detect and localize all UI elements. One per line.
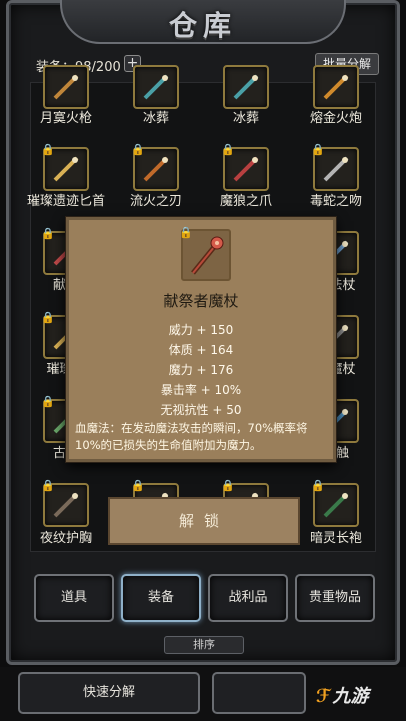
item-slot[interactable]: 🔒 [131,143,179,191]
item-icon [53,156,79,182]
item-skill-description: 血魔法：在发动魔法攻击的瞬间，70%概率将10%的已损失的生命值附加为魔力。 [75,421,308,452]
item-slot[interactable] [223,65,269,109]
tab-loot[interactable]: 战利品 [208,574,288,622]
item-detail-slot: 🔒 [179,226,231,281]
stat-ignore-resist: 无视抗性 + 50 [160,403,242,417]
item-name: 流火之刃 [129,194,182,209]
item-icon [233,156,259,182]
item-icon [233,74,259,100]
watermark-logo: ℱ 九游 [316,682,369,708]
item-slot[interactable] [43,65,89,109]
item-icon [323,492,349,518]
category-tabs: 道具 装备 战利品 贵重物品 [32,574,376,626]
sort-button[interactable]: 排序 [164,636,244,654]
item-detail-popup: 🔒 献祭者魔杖 威力 + 150 体质 + 164 魔力 + 176 暴击率 +… [66,217,336,462]
item-slot[interactable]: 🔒 [311,479,359,527]
page-title: 仓库 [168,9,237,42]
lock-icon: 🔒 [179,226,193,239]
item-name: 魔狼之爪 [219,194,272,209]
tab-items[interactable]: 道具 [34,574,114,622]
item-slot[interactable]: 🔒 [221,143,269,191]
item-name: 毒蛇之吻 [309,194,362,209]
item-name: 冰葬 [142,111,169,126]
item-name: 暗灵长袍 [309,531,362,546]
item-icon [53,74,79,100]
item-stats: 威力 + 150 体质 + 164 魔力 + 176 暴击率 + 10% 无视抗… [69,320,333,420]
item-detail-name: 献祭者魔杖 [163,292,239,310]
tab-valuables[interactable]: 贵重物品 [295,574,375,622]
stat-crit-rate: 暴击率 + 10% [160,383,242,397]
item-slot[interactable]: 🔒 [41,143,89,191]
item-slot[interactable] [313,65,359,109]
item-slot[interactable] [133,65,179,109]
stat-constitution: 体质 + 164 [168,343,234,357]
item-icon [323,74,349,100]
item-slot[interactable]: 🔒 [41,479,89,527]
item-name: 璀璨遗迹匕首 [26,194,105,209]
secondary-bottom-button[interactable] [212,672,306,714]
tab-equipment[interactable]: 装备 [121,574,201,622]
watermark-icon: ℱ [316,686,331,707]
item-name: 月寞火枪 [39,111,92,126]
stat-magic: 魔力 + 176 [168,363,234,377]
quick-decompose-button[interactable]: 快速分解 [18,672,200,714]
item-icon [143,156,169,182]
stat-power: 威力 + 150 [168,323,234,337]
watermark-text: 九游 [332,686,369,707]
item-name: 冰葬 [232,111,259,126]
item-icon [143,74,169,100]
item-name: 熔金火炮 [309,111,362,126]
item-icon [53,492,79,518]
item-name: 夜纹护胸 [39,531,92,546]
item-slot[interactable]: 🔒 [311,143,359,191]
item-icon [323,156,349,182]
unlock-button[interactable]: 解锁 [108,497,300,545]
